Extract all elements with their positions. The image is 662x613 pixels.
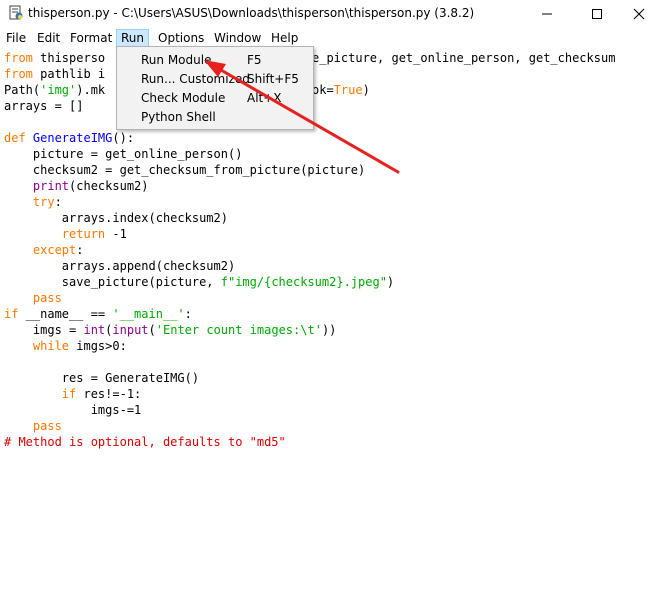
menu-item-check-module[interactable]: Check Module Alt+X xyxy=(119,88,311,107)
code-line: arrays.append(checksum2) xyxy=(4,259,236,273)
code-line: if __name__ == '__main__': xyxy=(4,307,192,321)
menu-options[interactable]: Options xyxy=(154,30,208,46)
code-line: res = GenerateIMG() xyxy=(4,371,200,385)
idle-editor-window: thisperson.py - C:\Users\ASUS\Downloads\… xyxy=(0,0,662,613)
minimize-icon xyxy=(542,13,552,15)
menu-window[interactable]: Window xyxy=(210,30,265,46)
code-line: from thisperso xyxy=(4,51,106,65)
run-customized-shortcut: Shift+F5 xyxy=(247,72,299,86)
menu-help[interactable]: Help xyxy=(267,30,302,46)
maximize-button[interactable] xyxy=(574,0,620,28)
window-title: thisperson.py - C:\Users\ASUS\Downloads\… xyxy=(28,6,475,20)
menu-item-python-shell[interactable]: Python Shell xyxy=(119,107,311,126)
menu-run[interactable]: Run xyxy=(116,29,150,47)
run-module-label: Run Module xyxy=(141,53,212,67)
code-line: arrays.index(checksum2) xyxy=(4,211,228,225)
menu-format[interactable]: Format xyxy=(66,30,116,46)
code-line: except: xyxy=(32,243,84,257)
code-line: try: xyxy=(32,195,62,209)
menu-edit[interactable]: Edit xyxy=(33,30,64,46)
code-line: pass xyxy=(32,419,62,433)
code-line: arrays = [] xyxy=(4,99,84,113)
code-line: imgs = int(input('Enter count images:\t'… xyxy=(4,323,337,337)
code-line: while imgs>0: xyxy=(32,339,127,353)
code-editor[interactable]: from thisperso e_picture, get_online_per… xyxy=(0,48,662,613)
code-line: def GenerateIMG(): xyxy=(4,131,135,145)
menu-file[interactable]: File xyxy=(2,30,30,46)
run-menu-dropdown: Run Module F5 Run... Customized Shift+F5… xyxy=(116,46,314,130)
code-comment-line: # Method is optional, defaults to "md5" xyxy=(4,435,286,449)
maximize-icon xyxy=(592,9,602,19)
menu-item-run-customized[interactable]: Run... Customized Shift+F5 xyxy=(119,69,311,88)
close-icon xyxy=(633,8,645,20)
check-module-shortcut: Alt+X xyxy=(247,91,282,105)
code-line: imgs-=1 xyxy=(4,403,142,417)
code-line: picture = get_online_person() xyxy=(4,147,243,161)
code-line: pass xyxy=(32,291,62,305)
menu-item-run-module[interactable]: Run Module F5 xyxy=(119,50,311,69)
code-line: save_picture(picture, f"img/{checksum2}.… xyxy=(4,275,395,289)
code-line-tail: ok=True) xyxy=(312,83,370,97)
code-line: print(checksum2) xyxy=(32,179,149,193)
close-button[interactable] xyxy=(616,0,662,28)
run-module-shortcut: F5 xyxy=(247,53,262,67)
run-customized-label: Run... Customized xyxy=(141,72,250,86)
title-bar[interactable]: thisperson.py - C:\Users\ASUS\Downloads\… xyxy=(0,0,662,28)
code-line: if res!=-1: xyxy=(61,387,142,401)
minimize-button[interactable] xyxy=(524,0,570,28)
code-line: from pathlib i xyxy=(4,67,106,81)
python-idle-icon xyxy=(8,5,24,21)
python-shell-label: Python Shell xyxy=(141,110,216,124)
code-line: return -1 xyxy=(61,227,127,241)
code-line: checksum2 = get_checksum_from_picture(pi… xyxy=(4,163,366,177)
check-module-label: Check Module xyxy=(141,91,226,105)
menu-bar: File Edit Format Run Options Window Help xyxy=(0,28,662,48)
code-line-tail: e_picture, get_online_person, get_checks… xyxy=(312,51,616,65)
code-line: Path('img').mk xyxy=(4,83,106,97)
